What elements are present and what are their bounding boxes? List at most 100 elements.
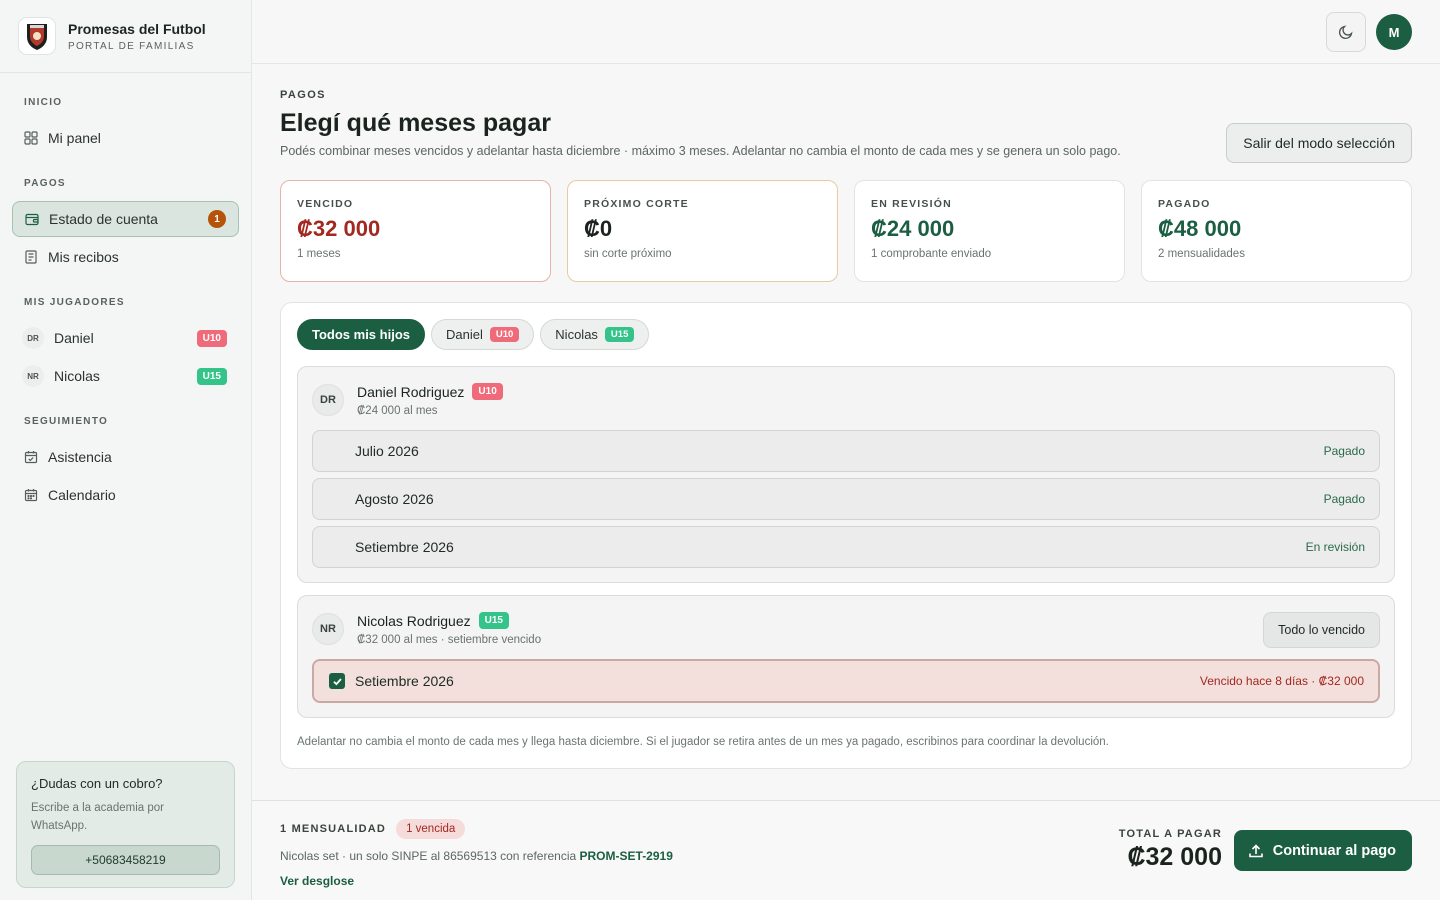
nav-section-seguimiento: SEGUIMIENTO bbox=[24, 416, 109, 427]
help-text: Escribe a la academia por WhatsApp. bbox=[31, 802, 164, 832]
stats-row: VENCIDO ₡32 000 1 meses PRÓXIMO CORTE ₡0… bbox=[280, 180, 1412, 282]
sidebar-item-label: Mi panel bbox=[48, 130, 101, 146]
stat-sub: 1 meses bbox=[297, 248, 341, 260]
sidebar-item-player-nicolas[interactable]: NR Nicolas U15 bbox=[12, 358, 239, 394]
sidebar-item-mi-panel[interactable]: Mi panel bbox=[12, 120, 239, 156]
sidebar-item-estado-cuenta[interactable]: Estado de cuenta 1 bbox=[12, 201, 239, 237]
sidebar-item-calendario[interactable]: Calendario bbox=[12, 477, 239, 513]
payment-summary-bar: 1 MENSUALIDAD 1 vencida Nicolas set · un… bbox=[252, 800, 1440, 900]
sidebar-item-label: Estado de cuenta bbox=[49, 211, 158, 227]
nav-section-inicio: INICIO bbox=[24, 97, 63, 108]
avatar: DR bbox=[22, 327, 44, 349]
sidebar-item-player-daniel[interactable]: DR Daniel U10 bbox=[12, 320, 239, 356]
stat-label: EN REVISIÓN bbox=[871, 198, 952, 210]
help-card: ¿Dudas con un cobro? Escribe a la academ… bbox=[16, 761, 235, 888]
player-card-daniel: DR Daniel Rodriguez U10 ₡24 000 al mes J… bbox=[297, 366, 1395, 583]
player-name: Daniel Rodriguez bbox=[357, 383, 465, 400]
page-eyebrow: PAGOS bbox=[280, 89, 326, 101]
stat-sub: sin corte próximo bbox=[584, 248, 672, 260]
continue-to-payment-button[interactable]: Continuar al pago bbox=[1233, 830, 1412, 871]
stat-value: ₡32 000 bbox=[297, 216, 381, 241]
category-badge: U15 bbox=[604, 327, 635, 342]
month-row-selected[interactable]: Setiembre 2026 Vencido hace 8 días · ₡32… bbox=[312, 659, 1380, 703]
topbar: M bbox=[252, 0, 1440, 64]
player-fee: ₡24 000 al mes bbox=[357, 405, 438, 417]
filter-chip-daniel[interactable]: Daniel U10 bbox=[431, 319, 535, 350]
upload-icon bbox=[1248, 843, 1263, 857]
exit-selection-button[interactable]: Salir del modo selección bbox=[1226, 123, 1412, 163]
stat-sub: 1 comprobante enviado bbox=[871, 248, 992, 260]
category-badge: U10 bbox=[489, 327, 520, 342]
avatar: NR bbox=[22, 365, 44, 387]
month-status: Pagado bbox=[1323, 444, 1365, 458]
sidebar-item-asistencia[interactable]: Asistencia bbox=[12, 439, 239, 475]
player-name-row: Nicolas Rodriguez U15 bbox=[357, 612, 541, 629]
breakdown-link[interactable]: Ver desglose bbox=[280, 874, 673, 888]
stat-sub: 2 mensualidades bbox=[1158, 248, 1245, 260]
brand-name: Promesas del Futbol bbox=[68, 20, 206, 37]
calendar-icon bbox=[24, 488, 38, 502]
player-name: Nicolas Rodriguez bbox=[357, 612, 471, 629]
player-filter-chips: Todos mis hijos Daniel U10 Nicolas U15 bbox=[297, 319, 1395, 350]
category-badge: U15 bbox=[478, 612, 509, 629]
chip-label: Daniel bbox=[446, 327, 483, 342]
category-badge: U10 bbox=[196, 329, 227, 347]
stat-card-pagado: PAGADO ₡48 000 2 mensualidades bbox=[1141, 180, 1412, 282]
check-icon bbox=[332, 677, 342, 685]
sidebar-item-label: Nicolas bbox=[54, 368, 100, 384]
month-label: Agosto 2026 bbox=[355, 491, 434, 507]
calendar-check-icon bbox=[24, 450, 38, 464]
user-avatar-button[interactable]: M bbox=[1376, 14, 1412, 50]
club-logo bbox=[18, 17, 56, 55]
stat-label: PRÓXIMO CORTE bbox=[584, 198, 689, 210]
stat-card-proximo-corte: PRÓXIMO CORTE ₡0 sin corte próximo bbox=[567, 180, 838, 282]
wallet-icon bbox=[25, 212, 39, 226]
checkbox-checked[interactable] bbox=[329, 673, 345, 689]
theme-toggle-button[interactable] bbox=[1326, 12, 1366, 52]
filter-chip-nicolas[interactable]: Nicolas U15 bbox=[540, 319, 650, 350]
sidebar: Promesas del Futbol PORTAL DE FAMILIAS I… bbox=[0, 0, 252, 900]
month-status: En revisión bbox=[1305, 540, 1365, 554]
sidebar-item-label: Calendario bbox=[48, 487, 116, 503]
month-row[interactable]: Julio 2026 Pagado bbox=[312, 430, 1380, 472]
avatar: NR bbox=[312, 613, 344, 645]
help-title: ¿Dudas con un cobro? bbox=[31, 776, 163, 791]
stat-value: ₡0 bbox=[584, 216, 613, 241]
player-name-row: Daniel Rodriguez U10 bbox=[357, 383, 503, 400]
main-content: PAGOS Elegí qué meses pagar Podés combin… bbox=[280, 64, 1412, 769]
moon-icon bbox=[1338, 25, 1353, 40]
stat-label: VENCIDO bbox=[297, 198, 354, 210]
button-label: Continuar al pago bbox=[1272, 842, 1396, 859]
stat-card-vencido: VENCIDO ₡32 000 1 meses bbox=[280, 180, 551, 282]
month-label: Setiembre 2026 bbox=[355, 539, 454, 555]
overdue-count-badge: 1 bbox=[208, 210, 226, 228]
nav-section-pagos: PAGOS bbox=[24, 178, 66, 189]
month-label: Julio 2026 bbox=[355, 443, 419, 459]
sidebar-nav: INICIO Mi panel PAGOS Estado de cuenta 1… bbox=[0, 73, 251, 513]
brand: Promesas del Futbol PORTAL DE FAMILIAS bbox=[0, 0, 251, 73]
sidebar-item-mis-recibos[interactable]: Mis recibos bbox=[12, 239, 239, 275]
player-card-nicolas: NR Nicolas Rodriguez U15 ₡32 000 al mes … bbox=[297, 595, 1395, 718]
overdue-pill: 1 vencida bbox=[396, 819, 466, 839]
avatar: DR bbox=[312, 384, 344, 416]
whatsapp-button[interactable]: +50683458219 bbox=[31, 845, 220, 875]
month-label: Setiembre 2026 bbox=[355, 673, 454, 689]
category-badge: U15 bbox=[196, 367, 227, 385]
sidebar-item-label: Mis recibos bbox=[48, 249, 119, 265]
receipt-icon bbox=[24, 250, 38, 264]
month-status: Vencido hace 8 días · ₡32 000 bbox=[1199, 674, 1364, 688]
select-all-overdue-button[interactable]: Todo lo vencido bbox=[1263, 612, 1380, 648]
total-value: ₡32 000 bbox=[1127, 843, 1222, 871]
month-row[interactable]: Setiembre 2026 En revisión bbox=[312, 526, 1380, 568]
stat-value: ₡24 000 bbox=[871, 216, 955, 241]
total-block: TOTAL A PAGAR ₡32 000 bbox=[1119, 828, 1222, 872]
filter-chip-all[interactable]: Todos mis hijos bbox=[297, 319, 425, 350]
month-row[interactable]: Agosto 2026 Pagado bbox=[312, 478, 1380, 520]
chip-label: Todos mis hijos bbox=[312, 327, 410, 342]
selected-count: 1 MENSUALIDAD bbox=[280, 823, 387, 835]
footnote: Adelantar no cambia el monto de cada mes… bbox=[297, 736, 1109, 748]
brand-subtitle: PORTAL DE FAMILIAS bbox=[68, 40, 195, 52]
player-fee: ₡32 000 al mes · setiembre vencido bbox=[357, 634, 542, 646]
stat-card-en-revision: EN REVISIÓN ₡24 000 1 comprobante enviad… bbox=[854, 180, 1125, 282]
stat-label: PAGADO bbox=[1158, 198, 1211, 210]
